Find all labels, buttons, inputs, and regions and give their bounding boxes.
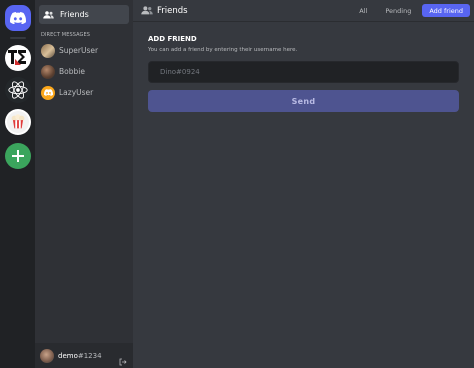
- add-friend-section: ADD FRIEND You can add a friend by enter…: [148, 35, 459, 112]
- add-friend-subtitle: You can add a friend by entering their u…: [148, 47, 298, 53]
- friends-nav-label: Friends: [60, 10, 89, 19]
- friends-header: Friends All Pending Add friend: [133, 0, 474, 22]
- home-button[interactable]: [4, 5, 31, 31]
- avatar: [41, 85, 55, 100]
- react-server-icon: [7, 81, 28, 99]
- user-tag: #1234: [77, 351, 102, 360]
- send-button[interactable]: Send: [148, 90, 459, 112]
- username: demo: [58, 351, 78, 360]
- main-content: Friends All Pending Add friend ADD FRIEN…: [133, 0, 474, 368]
- dm-sidebar: Friends DIRECT MESSAGES SuperUser Bobbie…: [35, 0, 133, 368]
- page-title: Friends: [157, 5, 188, 16]
- user-avatar[interactable]: [40, 348, 54, 363]
- dm-item-label: SuperUser: [59, 46, 99, 55]
- friends-icon: [43, 10, 54, 18]
- friends-icon: [141, 6, 153, 15]
- server-t3[interactable]: [4, 45, 31, 71]
- dm-item-lazyuser[interactable]: LazyUser: [35, 84, 133, 101]
- friends-tabs: All Pending Add friend: [352, 4, 470, 17]
- app-window: Friends DIRECT MESSAGES SuperUser Bobbie…: [0, 0, 474, 368]
- discord-logo-icon: [43, 89, 53, 96]
- dm-item-label: Bobbie: [59, 67, 85, 76]
- server-react[interactable]: [4, 77, 31, 103]
- dm-item-label: LazyUser: [59, 88, 94, 97]
- logout-button[interactable]: [119, 351, 127, 368]
- direct-messages-header: DIRECT MESSAGES: [41, 32, 91, 38]
- tab-all[interactable]: All: [352, 4, 374, 17]
- tab-pending[interactable]: Pending: [378, 4, 418, 17]
- user-panel: demo #1234: [35, 343, 133, 368]
- discord-logo-icon: [9, 12, 26, 24]
- add-server-button[interactable]: [4, 143, 31, 169]
- username-input[interactable]: Dino#0924: [148, 61, 459, 83]
- dm-item-bobbie[interactable]: Bobbie: [35, 63, 133, 80]
- popcorn-server-icon: [6, 111, 29, 133]
- add-friend-title: ADD FRIEND: [148, 35, 197, 43]
- server-popcorn[interactable]: [4, 109, 31, 135]
- plus-icon: [11, 150, 24, 162]
- tab-add-friend[interactable]: Add friend: [422, 4, 470, 17]
- sidebar-item-friends[interactable]: Friends: [39, 5, 129, 24]
- rail-divider: [9, 37, 26, 39]
- logout-icon: [119, 358, 127, 366]
- dm-list: SuperUser Bobbie LazyUser: [35, 42, 133, 101]
- server-rail: [0, 0, 35, 368]
- dm-item-superuser[interactable]: SuperUser: [35, 42, 133, 59]
- t3-server-icon: [5, 46, 30, 70]
- avatar: [41, 64, 55, 79]
- avatar: [41, 43, 55, 58]
